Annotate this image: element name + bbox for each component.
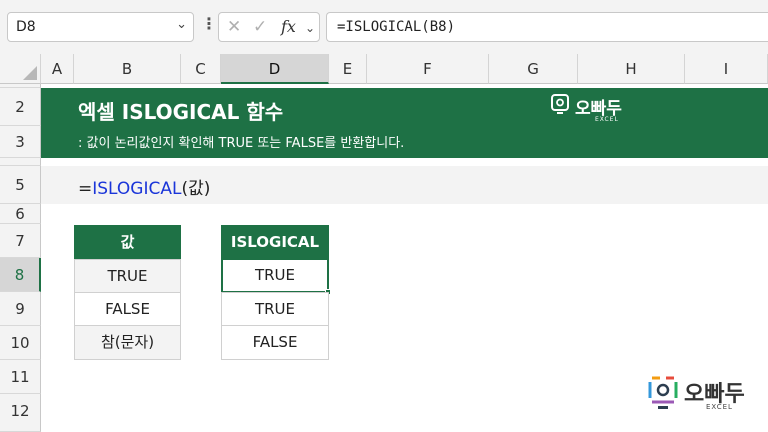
more-options-icon[interactable]: ⋮	[201, 14, 217, 33]
colorful-monitor-logo-icon	[648, 376, 678, 409]
cancel-icon[interactable]: ✕	[227, 17, 241, 37]
column-header-g[interactable]: G	[489, 54, 578, 84]
column-header-c[interactable]: C	[181, 54, 221, 84]
column-header-i[interactable]: I	[685, 54, 768, 84]
chevron-down-icon[interactable]: ⌄	[176, 17, 187, 32]
watermark-logo: 오빠두 EXCEL	[648, 376, 745, 416]
excel-window: D8 ⌄ ⋮ ✕ ✓ fx ⌄ =ISLOGICAL(B8) A B C D E…	[0, 0, 768, 432]
result-cell-d8-value: TRUE	[254, 266, 296, 284]
syntax-row: =ISLOGICAL(값)	[41, 166, 768, 204]
formula-controls: ✕ ✓ fx ⌄	[218, 12, 320, 42]
formula-input[interactable]: =ISLOGICAL(B8)	[326, 12, 768, 42]
watermark-sub: EXCEL	[706, 403, 733, 411]
monitor-logo-icon	[551, 94, 569, 114]
column-header-d[interactable]: D	[221, 54, 329, 84]
row-header-5[interactable]: 5	[0, 166, 41, 204]
result-table-header[interactable]: ISLOGICAL	[221, 225, 329, 259]
syntax-args: (값)	[181, 179, 211, 199]
row-header-4[interactable]	[0, 158, 41, 166]
logo-sub: EXCEL	[595, 116, 619, 123]
row-header-3[interactable]: 3	[0, 126, 41, 158]
row-header-12[interactable]: 12	[0, 394, 41, 432]
name-box-value: D8	[16, 19, 36, 35]
row-header-11[interactable]: 11	[0, 360, 41, 394]
row-header-7[interactable]: 7	[0, 224, 41, 258]
confirm-icon[interactable]: ✓	[253, 17, 267, 37]
row-header-10[interactable]: 10	[0, 326, 41, 360]
column-header-b[interactable]: B	[74, 54, 181, 84]
value-table-header[interactable]: 값	[74, 225, 181, 259]
column-header-h[interactable]: H	[578, 54, 685, 84]
result-cell-d10[interactable]: FALSE	[221, 325, 329, 360]
row-header-8[interactable]: 8	[0, 258, 41, 292]
column-header-a[interactable]: A	[41, 54, 74, 84]
value-cell-b9[interactable]: FALSE	[74, 292, 181, 326]
result-cell-d8[interactable]: TRUE	[221, 258, 331, 295]
syntax-text: =ISLOGICAL(값)	[78, 174, 210, 199]
row-header-6[interactable]: 6	[0, 204, 41, 224]
formula-bar: D8 ⌄ ⋮ ✕ ✓ fx ⌄ =ISLOGICAL(B8)	[0, 0, 768, 54]
column-header-f[interactable]: F	[367, 54, 489, 84]
column-header-e[interactable]: E	[329, 54, 367, 84]
title-banner: 엑셀 ISLOGICAL 함수 : 값이 논리값인지 확인해 TRUE 또는 F…	[41, 88, 768, 158]
page-subtitle: : 값이 논리값인지 확인해 TRUE 또는 FALSE를 반환합니다.	[78, 136, 405, 151]
value-cell-b10[interactable]: 참(문자)	[74, 325, 181, 360]
insert-function-button[interactable]: fx	[281, 17, 296, 36]
value-cell-b8[interactable]: TRUE	[74, 259, 181, 293]
brand-logo: 오빠두 EXCEL	[551, 94, 622, 123]
result-cell-d9[interactable]: TRUE	[221, 292, 329, 326]
page-title: 엑셀 ISLOGICAL 함수	[78, 100, 284, 124]
select-all-corner[interactable]	[0, 54, 41, 84]
row-header-2[interactable]: 2	[0, 88, 41, 126]
syntax-function: ISLOGICAL	[92, 179, 182, 199]
syntax-prefix: =	[78, 179, 93, 199]
chevron-down-icon[interactable]: ⌄	[305, 21, 315, 35]
row-header-9[interactable]: 9	[0, 292, 41, 326]
name-box[interactable]: D8 ⌄	[7, 12, 194, 42]
